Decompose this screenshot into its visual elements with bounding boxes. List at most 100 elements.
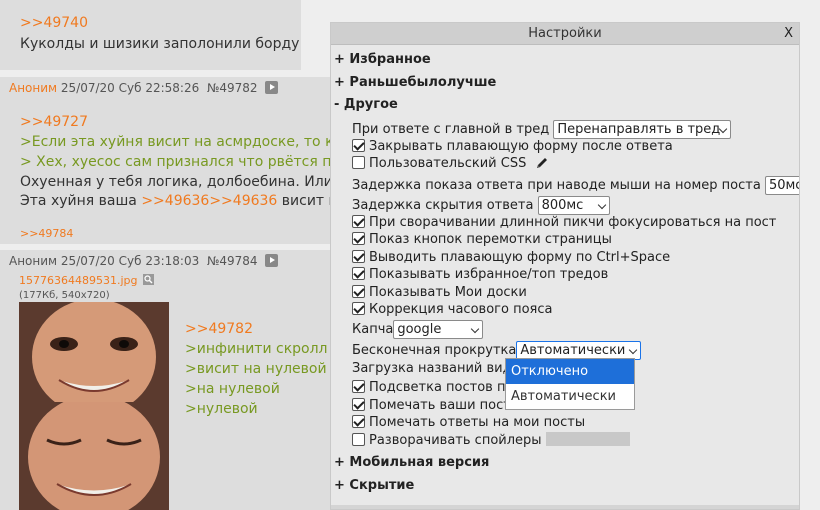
quote-line: >на нулевой [185,381,280,397]
option-label: Разворачивать спойлеры [369,433,542,448]
option-label: Бесконечная прокрутка [352,343,517,358]
checkbox[interactable] [352,139,365,152]
option-label: Загрузка названий виде [352,361,520,376]
dropdown-option-auto[interactable]: Автоматически [506,384,634,409]
search-image-icon[interactable] [143,274,154,285]
option-label: Закрывать плавающую форму после ответа [369,139,673,154]
option-label: Показывать Мои доски [369,285,527,300]
spoiler-preview [545,432,630,446]
select-value: Автоматически [520,343,626,358]
option-label: Капча [352,322,394,337]
poster-name: Аноним [9,81,58,95]
select-value: 800мс [541,198,584,213]
option-hover-delay: Задержка показа ответа при наводе мыши н… [352,176,800,195]
section-mobile[interactable]: + Мобильная версия [334,455,489,470]
option-my-boards[interactable]: Показывать Мои доски [352,285,527,301]
post-49740: >>49740 Куколды и шизики заполонили борд… [0,0,301,70]
option-expand-spoilers[interactable]: Разворачивать спойлеры [352,432,630,449]
option-hide-delay: Задержка скрытия ответа 800мс [352,196,610,215]
reply-link[interactable]: >>49727 [20,114,88,130]
option-load-video: Загрузка названий виде [352,361,520,377]
checkbox[interactable] [352,285,365,298]
reply-link[interactable]: >>49782 [185,321,253,337]
checkbox[interactable] [352,380,365,393]
checkbox[interactable] [352,433,365,446]
option-scroll-buttons[interactable]: Показ кнопок перемотки страницы [352,232,612,248]
poster-name: Аноним [9,254,58,268]
infinite-scroll-dropdown: Отключено Автоматически [505,358,635,410]
option-captcha: Капча google [352,320,484,339]
option-highlight-posts[interactable]: Подсветка постов по [352,380,513,396]
quote-line: >висит на нулевой [185,361,327,377]
option-label: Выводить плавающую форму по Ctrl+Space [369,250,671,265]
post-number[interactable]: №49782 [207,81,258,95]
post-date: 25/07/20 Суб 23:18:03 [60,254,200,268]
option-label: При ответе с главной в тред [352,122,550,137]
settings-header: Настройки X [331,23,799,45]
checkbox[interactable] [352,156,365,169]
quote-line: >Если эта хуйня висит на асмрдоске, то к… [20,134,350,150]
option-timezone[interactable]: Коррекция часового пояса [352,302,552,318]
post-header: Аноним 25/07/20 Суб 22:58:26 №49782 [9,81,279,95]
play-icon[interactable] [265,254,279,267]
post-49782: Аноним 25/07/20 Суб 22:58:26 №49782 >>49… [0,77,368,244]
dropdown-option-disabled[interactable]: Отключено [506,359,634,384]
captcha-select[interactable]: google [393,320,484,339]
section-other[interactable]: - Другое [334,97,398,112]
post-text-line: Эта хуйня ваша >>49636>>49636 висит на н… [20,193,368,209]
checkbox[interactable] [352,267,365,280]
post-text: Охуенная у тебя логика, долбоебина. Или … [20,174,346,190]
chevron-down-icon [719,124,728,134]
option-mark-replies[interactable]: Помечать ответы на мои посты [352,415,585,431]
post-date: 25/07/20 Суб 22:58:26 [60,81,200,95]
face-image-bottom [19,402,169,510]
reply-link[interactable]: >>49636>>49636 [141,193,277,209]
option-custom-css[interactable]: Пользовательский CSS [352,156,549,175]
post-thumbnail-image[interactable] [19,302,169,510]
option-label: Помечать ваши посты [369,398,522,413]
option-ctrl-space[interactable]: Выводить плавающую форму по Ctrl+Space [352,250,670,266]
hide-delay-select[interactable]: 800мс [537,196,610,215]
post-number[interactable]: №49784 [207,254,258,268]
panel-bottom-bar [331,505,799,509]
option-label: Помечать ответы на мои посты [369,415,586,430]
option-label: Подсветка постов по [369,380,514,395]
close-button[interactable]: X [784,23,793,45]
section-hide[interactable]: + Скрытие [334,478,414,493]
checkbox[interactable] [352,415,365,428]
section-before[interactable]: + Раньшебылолучше [334,75,496,90]
option-label: Коррекция часового пояса [369,302,553,317]
checkbox[interactable] [352,398,365,411]
checkbox[interactable] [352,215,365,228]
checkbox[interactable] [352,250,365,263]
quote-line: >инфинити скролл [185,341,328,357]
file-name-link[interactable]: 15776364489531.jpg [19,274,138,287]
option-collapse-focus[interactable]: При сворачивании длинной пикчи фокусиров… [352,215,776,231]
option-label: Пользовательский CSS [369,156,527,171]
reply-link[interactable]: >>49740 [20,15,88,31]
face-image-top [19,302,169,402]
play-icon[interactable] [265,81,279,94]
reply-main-select[interactable]: Перенаправлять в тред [553,120,732,139]
option-label: При сворачивании длинной пикчи фокусиров… [369,215,777,230]
select-value: Перенаправлять в тред [557,122,721,137]
option-show-favorites[interactable]: Показывать избранное/топ тредов [352,267,608,283]
option-mark-posts[interactable]: Помечать ваши посты [352,398,521,414]
section-favorites[interactable]: + Избранное [334,52,431,67]
option-label: Показывать избранное/топ тредов [369,267,609,282]
hover-delay-select[interactable]: 50мс [764,176,800,195]
chevron-down-icon [471,324,480,334]
option-reply-main: При ответе с главной в тред Перенаправля… [352,120,732,139]
select-value: 50мс [768,178,800,193]
option-label: Задержка показа ответа при наводе мыши н… [352,178,761,193]
quote-line: >нулевой [185,401,258,417]
pencil-icon[interactable] [535,156,549,175]
settings-title: Настройки [528,26,602,41]
quote-line: > Хех, хуесос сам признался что рвётся п… [20,154,354,170]
select-value: google [397,322,442,337]
backlink[interactable]: >>49784 [20,227,73,240]
checkbox[interactable] [352,232,365,245]
option-close-form[interactable]: Закрывать плавающую форму после ответа [352,139,673,155]
checkbox[interactable] [352,302,365,315]
chevron-down-icon [597,200,606,210]
